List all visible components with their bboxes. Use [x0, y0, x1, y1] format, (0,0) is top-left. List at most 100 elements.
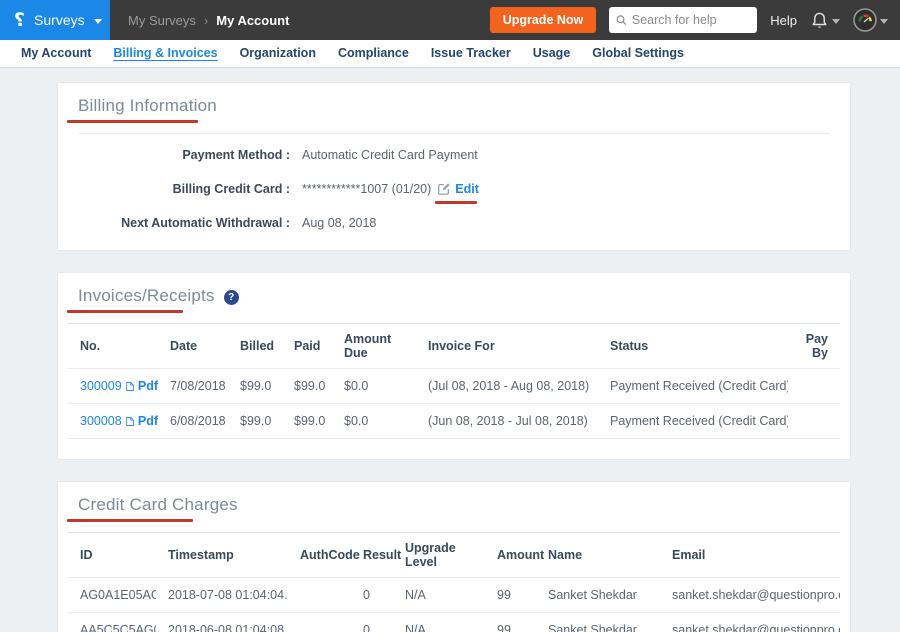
cell-status: Payment Received (Credit Card) — [598, 404, 788, 439]
tab-issue-tracker[interactable]: Issue Tracker — [420, 40, 522, 67]
cell-no: 300008 Pdf — [68, 404, 158, 439]
avatar — [853, 8, 877, 32]
col-timestamp: Timestamp — [156, 533, 288, 578]
tab-organization[interactable]: Organization — [229, 40, 327, 67]
billing-credit-card-value: ************1007 (01/20) Edit — [302, 182, 479, 196]
upgrade-now-button[interactable]: Upgrade Now — [490, 7, 597, 33]
col-amount-due: Amount Due — [332, 324, 416, 369]
cell-id: AA5C5C5AG0A — [68, 613, 156, 632]
tab-usage[interactable]: Usage — [522, 40, 582, 67]
notifications-menu[interactable] — [810, 11, 840, 30]
tab-global-settings[interactable]: Global Settings — [581, 40, 695, 67]
chevron-down-icon — [880, 19, 888, 24]
billing-information-body: Payment Method : Automatic Credit Card P… — [58, 134, 850, 250]
masked-card-number: ************1007 (01/20) — [302, 182, 431, 196]
help-icon[interactable]: ? — [224, 290, 239, 305]
annotation-underline — [67, 120, 198, 123]
col-status: Status — [598, 324, 788, 369]
invoice-number-link[interactable]: 300008 — [80, 414, 122, 428]
invoices-table: No. Date Billed Paid Amount Due Invoice … — [68, 323, 840, 439]
billing-credit-card-label: Billing Credit Card : — [58, 182, 290, 196]
pdf-icon — [126, 415, 134, 428]
col-pay-by: Pay By — [788, 324, 840, 369]
billing-information-panel: Billing Information Payment Method : Aut… — [57, 82, 851, 251]
cell-billed: $99.0 — [228, 369, 282, 404]
search-input[interactable] — [632, 13, 750, 27]
col-email: Email — [660, 533, 840, 578]
cell-amount: 99 — [485, 613, 536, 632]
breadcrumb-separator-icon: › — [204, 13, 208, 28]
search-icon — [616, 14, 627, 26]
cell-status: Payment Received (Credit Card) — [598, 369, 788, 404]
cell-authcode — [288, 613, 351, 632]
edit-card-link[interactable]: Edit — [437, 182, 479, 196]
pdf-link[interactable]: Pdf — [138, 379, 158, 393]
account-menu[interactable] — [853, 8, 888, 32]
help-search — [609, 7, 757, 33]
billing-information-title: Billing Information — [78, 96, 830, 116]
charges-title: Credit Card Charges — [78, 495, 830, 515]
cell-name: Sanket Shekdar — [536, 578, 660, 613]
invoices-title: Invoices/Receipts — [78, 286, 215, 306]
cell-email: sanket.shekdar@questionpro.com — [660, 578, 840, 613]
col-billed: Billed — [228, 324, 282, 369]
tab-my-account[interactable]: My Account — [10, 40, 102, 67]
bell-icon — [810, 11, 829, 30]
cell-date: 7/08/2018 — [158, 369, 228, 404]
cell-invoice-for: (Jun 08, 2018 - Jul 08, 2018) — [416, 404, 598, 439]
annotation-underline — [67, 310, 183, 313]
help-link[interactable]: Help — [770, 13, 797, 28]
cell-invoice-for: (Jul 08, 2018 - Aug 08, 2018) — [416, 369, 598, 404]
billing-credit-card-row: Billing Credit Card : ************1007 (… — [58, 182, 850, 196]
tab-compliance[interactable]: Compliance — [327, 40, 420, 67]
breadcrumb: My Surveys › My Account — [128, 13, 289, 28]
cell-timestamp: 2018-07-08 01:04:04.0 — [156, 578, 288, 613]
cell-result: 0 — [351, 613, 393, 632]
cell-date: 6/08/2018 — [158, 404, 228, 439]
cell-billed: $99.0 — [228, 404, 282, 439]
col-name: Name — [536, 533, 660, 578]
product-menu[interactable]: ? Surveys — [0, 0, 110, 40]
col-id: ID — [68, 533, 156, 578]
breadcrumb-parent[interactable]: My Surveys — [128, 13, 196, 28]
cell-id: AG0A1E05AG0A — [68, 578, 156, 613]
cell-pay-by — [788, 369, 840, 404]
charges-table-wrap: ID Timestamp AuthCode Result Upgrade Lev… — [68, 532, 840, 632]
cell-paid: $99.0 — [282, 369, 332, 404]
invoice-number-link[interactable]: 300009 — [80, 379, 122, 393]
chevron-down-icon — [94, 19, 102, 24]
payment-method-row: Payment Method : Automatic Credit Card P… — [58, 148, 850, 162]
pdf-link[interactable]: Pdf — [138, 414, 158, 428]
cell-amount: 99 — [485, 578, 536, 613]
payment-method-value: Automatic Credit Card Payment — [302, 148, 478, 162]
cell-paid: $99.0 — [282, 404, 332, 439]
product-menu-label: Surveys — [34, 12, 85, 28]
col-amount: Amount — [485, 533, 536, 578]
charge-row: AG0A1E05AG0A 2018-07-08 01:04:04.0 0 N/A… — [68, 578, 840, 613]
billing-information-header: Billing Information — [58, 83, 850, 134]
charge-row: AA5C5C5AG0A 2018-06-08 01:04:08.0 0 N/A … — [68, 613, 840, 632]
cell-authcode — [288, 578, 351, 613]
edit-icon — [437, 182, 451, 196]
invoices-header-row: No. Date Billed Paid Amount Due Invoice … — [68, 324, 840, 369]
cell-upgrade-level: N/A — [393, 613, 485, 632]
account-nav: My Account Billing & Invoices Organizati… — [0, 40, 900, 68]
invoice-row: 300008 Pdf 6/08/2018 $99.0 $99.0 $0. — [68, 404, 840, 439]
annotation-underline — [67, 519, 193, 522]
next-withdrawal-value: Aug 08, 2018 — [302, 216, 376, 230]
cell-name: Sanket Shekdar — [536, 613, 660, 632]
questionpro-logo-icon: ? — [14, 11, 25, 30]
pdf-icon — [126, 380, 134, 393]
page-content: Billing Information Payment Method : Aut… — [0, 68, 900, 632]
col-paid: Paid — [282, 324, 332, 369]
top-bar: ? Surveys My Surveys › My Account Upgrad… — [0, 0, 900, 40]
invoices-table-wrap: No. Date Billed Paid Amount Due Invoice … — [68, 323, 840, 459]
col-invoice-for: Invoice For — [416, 324, 598, 369]
tab-billing-invoices[interactable]: Billing & Invoices — [102, 40, 228, 67]
charges-header-row: ID Timestamp AuthCode Result Upgrade Lev… — [68, 533, 840, 578]
cell-amount-due: $0.0 — [332, 404, 416, 439]
col-upgrade-level: Upgrade Level — [393, 533, 485, 578]
col-no: No. — [68, 324, 158, 369]
charges-header: Credit Card Charges — [58, 482, 850, 522]
edit-link-label: Edit — [455, 182, 479, 196]
